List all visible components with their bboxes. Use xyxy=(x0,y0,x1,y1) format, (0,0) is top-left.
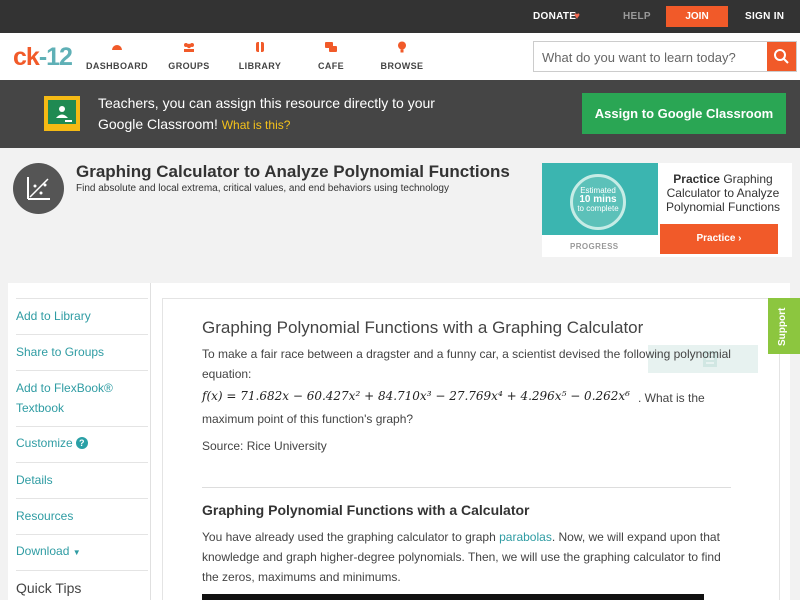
progress-label: PROGRESS xyxy=(570,242,619,251)
details-link[interactable]: Details xyxy=(16,470,148,490)
what-is-this-link[interactable]: What is this? xyxy=(222,118,291,132)
practice-card: Estimated 10 mins to complete PROGRESS P… xyxy=(542,163,792,257)
question-start: . What is the xyxy=(638,391,705,405)
add-to-library-link[interactable]: Add to Library xyxy=(16,306,148,326)
main-header: ck-12 DASHBOARD GROUPS LIBRARY CAFE BROW… xyxy=(0,33,800,80)
dashboard-icon xyxy=(112,45,122,50)
help-link[interactable]: HELP xyxy=(623,11,651,22)
heart-icon: ♥ xyxy=(574,11,580,22)
intro-text: To make a fair race between a dragster a… xyxy=(202,347,731,381)
search-icon xyxy=(774,49,789,64)
join-button[interactable]: JOIN xyxy=(666,6,728,27)
nav-groups[interactable]: GROUPS xyxy=(149,41,229,71)
ck12-logo[interactable]: ck-12 xyxy=(13,43,73,72)
parabolas-link[interactable]: parabolas xyxy=(499,530,552,544)
concept-subtitle: Find absolute and local extrema, critica… xyxy=(76,183,449,194)
library-icon xyxy=(256,42,264,52)
teacher-message: Teachers, you can assign this resource d… xyxy=(98,95,435,132)
practice-progress-image: Estimated 10 mins to complete xyxy=(542,163,658,235)
download-link[interactable]: Download ▼ xyxy=(16,541,148,563)
customize-link[interactable]: Customize? xyxy=(16,433,148,453)
question-text: maximum point of this function's graph? xyxy=(202,412,414,426)
nav-library[interactable]: LIBRARY xyxy=(220,41,300,71)
dropdown-arrow-icon: ▼ xyxy=(72,548,81,557)
section-text: You have already used the graphing calcu… xyxy=(202,530,721,584)
nav-browse[interactable]: BROWSE xyxy=(362,41,442,71)
google-classroom-banner: Teachers, you can assign this resource d… xyxy=(0,80,800,148)
top-bar: DONATE ♥ HELP JOIN SIGN IN xyxy=(0,0,800,33)
search-button[interactable] xyxy=(767,42,796,71)
quick-tips-heading: Quick Tips xyxy=(16,580,82,596)
section-heading: Graphing Polynomial Functions with a Cal… xyxy=(202,502,530,518)
assign-google-classroom-button[interactable]: Assign to Google Classroom xyxy=(582,93,786,134)
divider xyxy=(202,487,731,488)
left-sidebar: Add to Library Share to Groups Add to Fl… xyxy=(8,283,150,600)
donate-link[interactable]: DONATE xyxy=(533,11,576,22)
google-classroom-icon xyxy=(44,96,80,131)
search-box xyxy=(533,41,797,72)
embedded-media[interactable] xyxy=(202,594,704,600)
nav-dashboard[interactable]: DASHBOARD xyxy=(77,41,157,71)
share-to-groups-link[interactable]: Share to Groups xyxy=(16,342,148,362)
content-title: Graphing Polynomial Functions with a Gra… xyxy=(202,318,644,337)
nav-cafe[interactable]: CAFE xyxy=(291,41,371,71)
practice-button[interactable]: Practice › xyxy=(660,224,778,254)
practice-description: Practice Graphing Calculator to Analyze … xyxy=(665,172,781,214)
search-input[interactable] xyxy=(542,48,764,66)
main-content: Graphing Polynomial Functions with a Gra… xyxy=(150,283,790,600)
source-text: Source: Rice University xyxy=(202,439,327,453)
polynomial-equation: f(x) = 71.682x − 60.427x² + 84.710x³ − 2… xyxy=(202,389,630,403)
concept-title: Graphing Calculator to Analyze Polynomia… xyxy=(76,162,510,181)
help-icon: ? xyxy=(75,437,88,449)
browse-icon xyxy=(398,41,406,53)
graph-icon xyxy=(13,163,64,214)
cafe-icon xyxy=(325,42,337,52)
groups-icon xyxy=(184,43,194,52)
sign-in-link[interactable]: SIGN IN xyxy=(745,11,784,22)
add-to-flexbook-link[interactable]: Add to FlexBook® Textbook xyxy=(16,378,126,418)
estimated-time-badge: Estimated 10 mins to complete xyxy=(570,174,626,230)
support-tab[interactable]: Support xyxy=(768,298,800,354)
chevron-right-icon: › xyxy=(738,233,742,244)
resources-link[interactable]: Resources xyxy=(16,506,148,526)
